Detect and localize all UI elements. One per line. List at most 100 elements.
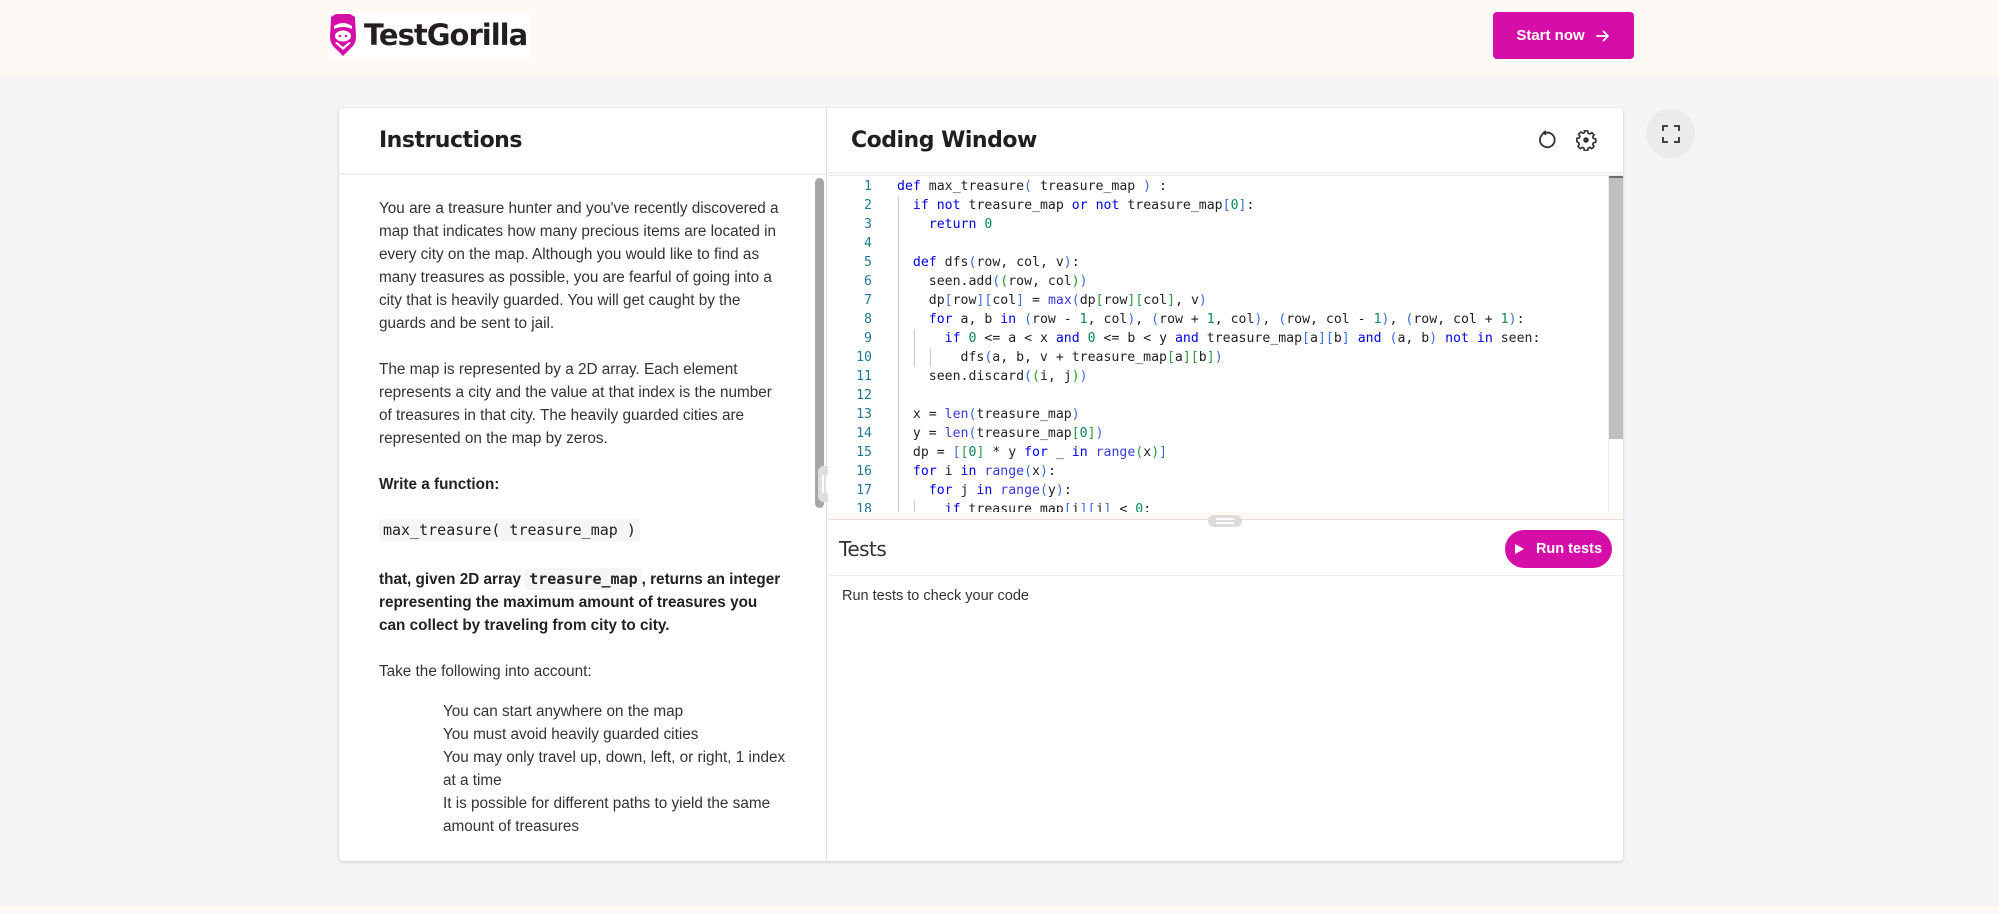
tests-message: Run tests to check your code: [842, 588, 1029, 604]
line-number: 1: [864, 179, 872, 194]
code-line[interactable]: 5 def dfs(row, col, v):: [828, 253, 1608, 272]
code-text: if 0 <= a < x and 0 <= b < y and treasur…: [944, 331, 1541, 346]
code-text: return 0: [928, 217, 993, 232]
coding-header: Coding Window: [828, 108, 1623, 174]
code-line[interactable]: 13 x = len(treasure_map): [828, 405, 1608, 424]
indent-guide: [898, 348, 899, 367]
indent-guide: [898, 310, 899, 329]
indent-guide: [898, 329, 899, 348]
indent-guide: [898, 291, 899, 310]
line-number: 13: [856, 407, 872, 422]
reset-icon: [1539, 129, 1556, 149]
gorilla-logo-icon: [330, 14, 356, 56]
tests-title: Tests: [839, 537, 887, 561]
code-text: def max_treasure( treasure_map ) :: [897, 179, 1167, 194]
play-icon: [1514, 544, 1524, 554]
code-line[interactable]: 7 dp[row][col] = max(dp[row][col], v): [828, 291, 1608, 310]
fullscreen-icon: [1661, 124, 1680, 143]
code-line[interactable]: 4: [828, 234, 1608, 253]
code-text: def dfs(row, col, v):: [912, 255, 1080, 270]
code-text: for a, b in (row - 1, col), (row + 1, co…: [928, 312, 1525, 327]
rule-item: You can start anywhere on the map: [443, 703, 684, 720]
line-number: 15: [856, 445, 872, 460]
bottom-bar: [0, 906, 1999, 914]
editor-scrollbar[interactable]: [1609, 176, 1623, 439]
line-number: 10: [856, 350, 872, 365]
line-number: 14: [856, 426, 872, 441]
indent-guide: [898, 424, 899, 443]
indent-guide: [898, 386, 899, 405]
start-now-button[interactable]: Start now: [1493, 12, 1634, 59]
indent-guide: [898, 405, 899, 424]
indent-guide: [898, 215, 899, 234]
code-line[interactable]: 11 seen.discard((i, j)): [828, 367, 1608, 386]
line-number: 9: [864, 331, 872, 346]
indent-guide: [898, 500, 899, 512]
rule-item: You must avoid heavily guarded cities: [443, 726, 699, 743]
code-line[interactable]: 6 seen.add((row, col)): [828, 272, 1608, 291]
assessment-card: Instructions You are a treasure hunter a…: [339, 108, 1623, 861]
code-line[interactable]: 8 for a, b in (row - 1, col), (row + 1, …: [828, 310, 1608, 329]
line-number: 16: [856, 464, 872, 479]
line-number: 7: [864, 293, 872, 308]
indent-guide: [898, 481, 899, 500]
code-text: dfs(a, b, v + treasure_map[a][b]): [897, 350, 1223, 365]
brand-name: TestGorilla: [364, 18, 528, 52]
code-line[interactable]: 18 if treasure_map[i][j] < 0:: [828, 500, 1608, 512]
instructions-panel: Instructions You are a treasure hunter a…: [339, 108, 832, 861]
reset-code-button[interactable]: [1533, 127, 1559, 153]
line-number: 11: [856, 369, 872, 384]
write-function-label: Write a function:: [379, 476, 500, 493]
indent-guide: [898, 196, 899, 215]
account-label: Take the following into account:: [379, 663, 592, 680]
coding-title: Coding Window: [851, 127, 1037, 153]
indent-guide: [898, 367, 899, 386]
code-editor[interactable]: 1 def max_treasure( treasure_map ) : 2 if …: [828, 175, 1623, 512]
instructions-title: Instructions: [379, 128, 522, 153]
code-text: for i in range(x):: [912, 464, 1056, 479]
code-line[interactable]: 12: [828, 386, 1608, 405]
fullscreen-button[interactable]: [1646, 109, 1695, 158]
tests-header: Tests Run tests: [828, 521, 1623, 576]
code-line[interactable]: 2 if not treasure_map or not treasure_ma…: [828, 196, 1608, 215]
indent-guide: [898, 462, 899, 481]
line-number: 17: [856, 483, 872, 498]
instructions-header: Instructions: [339, 108, 826, 175]
run-tests-button[interactable]: Run tests: [1505, 530, 1612, 568]
code-line[interactable]: 14 y = len(treasure_map[0]): [828, 424, 1608, 443]
code-text: if not treasure_map or not treasure_map[…: [912, 198, 1255, 213]
brand-logo[interactable]: TestGorilla: [328, 13, 532, 57]
returns-code: treasure_map: [525, 568, 642, 590]
code-text: y = len(treasure_map[0]): [897, 426, 1104, 441]
instructions-paragraph: The map is represented by a 2D array. Ea…: [379, 361, 772, 447]
indent-guide: [898, 253, 899, 272]
indent-guide: [898, 234, 899, 253]
line-number: 6: [864, 274, 872, 289]
code-text: if treasure_map[i][j] < 0:: [944, 502, 1152, 512]
editor-settings-button[interactable]: [1573, 127, 1599, 153]
returns-description: that, given 2D array treasure_map, retur…: [379, 568, 787, 637]
code-line[interactable]: 15 dp = [[0] * y for _ in range(x)]: [828, 443, 1608, 462]
code-line[interactable]: 9 if 0 <= a < x and 0 <= b < y and treas…: [828, 329, 1608, 348]
code-text: seen.add((row, col)): [897, 274, 1088, 289]
returns-prefix: that, given 2D array: [379, 571, 521, 588]
code-line[interactable]: 10 dfs(a, b, v + treasure_map[a][b]): [828, 348, 1608, 367]
instructions-scrollbar[interactable]: [815, 178, 824, 508]
arrow-right-icon: [1595, 30, 1609, 41]
code-line[interactable]: 3 return 0: [828, 215, 1608, 234]
line-number: 12: [856, 388, 872, 403]
top-bar: TestGorilla Start now: [0, 0, 1999, 75]
indent-guide: [913, 500, 915, 512]
code-text: seen.discard((i, j)): [897, 369, 1088, 384]
instructions-body[interactable]: You are a treasure hunter and you've rec…: [339, 177, 827, 861]
line-number: 8: [864, 312, 872, 327]
code-line[interactable]: 17 for j in range(y):: [828, 481, 1608, 500]
line-number: 3: [864, 217, 872, 232]
rule-item: It is possible for different paths to yi…: [443, 795, 771, 835]
rule-item: You may only travel up, down, left, or r…: [443, 749, 786, 789]
code-line[interactable]: 1 def max_treasure( treasure_map ) :: [828, 177, 1608, 196]
code-text: dp[row][col] = max(dp[row][col], v): [897, 293, 1207, 308]
coding-panel: Coding Window 1 def max_treasure( treasur…: [828, 108, 1623, 861]
code-line[interactable]: 16 for i in range(x):: [828, 462, 1608, 481]
gear-icon: [1576, 130, 1597, 151]
